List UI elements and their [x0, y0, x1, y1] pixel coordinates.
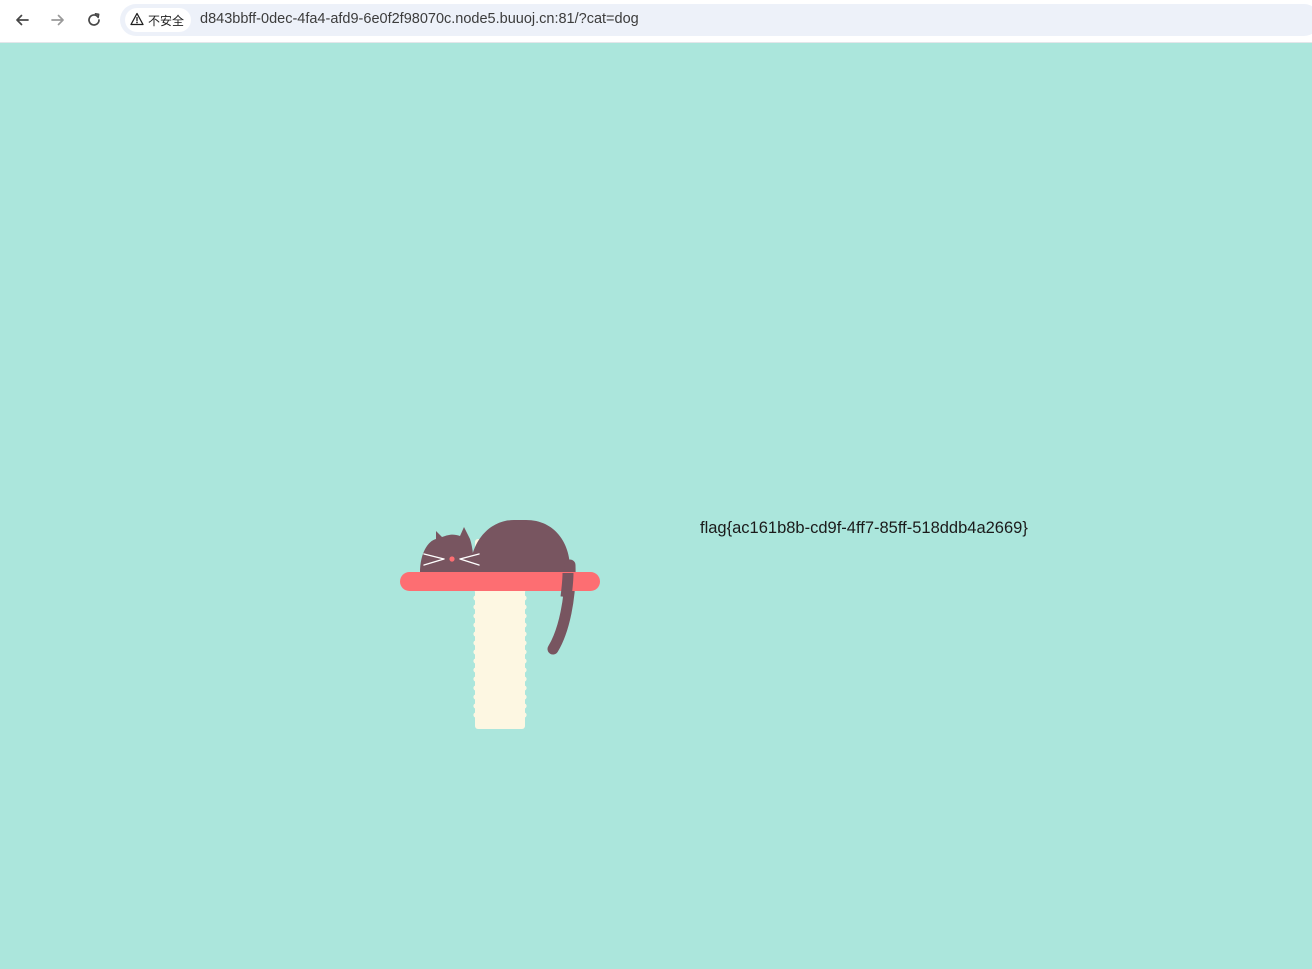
address-bar[interactable]: 不安全 d843bbff-0dec-4fa4-afd9-6e0f2f98070c… [120, 4, 1312, 36]
cat-illustration [398, 473, 604, 733]
reload-button[interactable] [80, 6, 108, 34]
security-indicator[interactable]: 不安全 [125, 8, 192, 32]
page-content: flag{ac161b8b-cd9f-4ff7-85ff-518ddb4a266… [0, 43, 1312, 969]
arrow-right-icon [50, 12, 66, 28]
forward-button[interactable] [44, 6, 72, 34]
reload-icon [86, 12, 102, 28]
back-button[interactable] [8, 6, 36, 34]
flag-text: flag{ac161b8b-cd9f-4ff7-85ff-518ddb4a266… [700, 519, 1028, 537]
warning-triangle-icon [130, 12, 144, 29]
security-label: 不安全 [148, 13, 185, 28]
url-text[interactable]: d843bbff-0dec-4fa4-afd9-6e0f2f98070c.nod… [200, 11, 639, 27]
browser-toolbar: 不安全 d843bbff-0dec-4fa4-afd9-6e0f2f98070c… [0, 0, 1312, 43]
arrow-left-icon [14, 12, 30, 28]
